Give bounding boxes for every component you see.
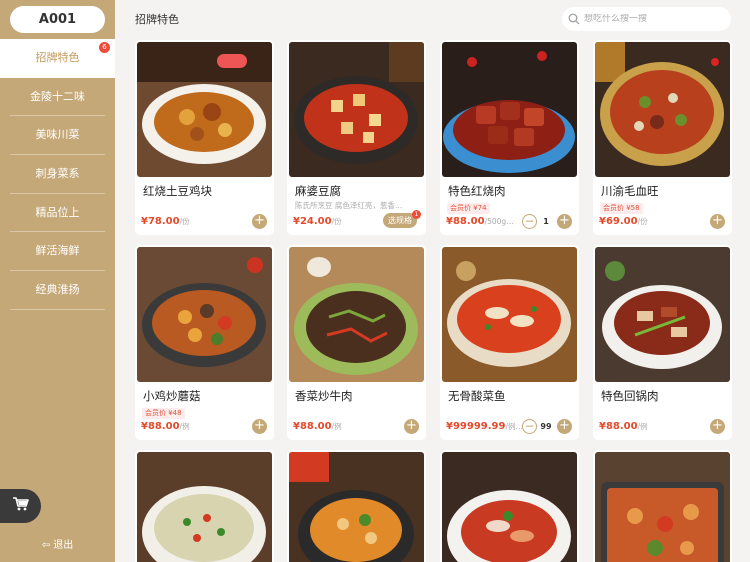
category-item-huaiyang[interactable]: 经典淮扬 xyxy=(0,271,115,310)
decrease-quantity-button[interactable]: − xyxy=(522,214,537,229)
quantity-value: 1 xyxy=(543,217,549,226)
category-item-premium[interactable]: 精品位上 xyxy=(0,194,115,233)
dish-price-row: ¥88.00/例 xyxy=(599,421,648,432)
category-label: 精品位上 xyxy=(35,205,80,219)
search-icon xyxy=(568,10,580,29)
logout-button[interactable]: ⇦ 退出 xyxy=(0,538,115,554)
add-to-cart-button[interactable]: + xyxy=(557,214,572,229)
dish-price-row: ¥24.00/份 xyxy=(293,216,342,227)
section-title: 招牌特色 xyxy=(135,13,179,26)
add-to-cart-button[interactable]: + xyxy=(404,419,419,434)
dish-price-row: ¥88.00/500g… xyxy=(446,216,514,227)
search-input[interactable] xyxy=(584,14,724,24)
category-label: 美味川菜 xyxy=(35,128,80,142)
dish-price: ¥88.00 xyxy=(141,421,180,432)
dish-name: 红烧土豆鸡块 xyxy=(143,184,212,198)
dish-card[interactable]: 小鸡炒蘑菇 会员价 ¥48 ¥88.00/例 + xyxy=(135,245,274,440)
sidebar: A001 招牌特色 6 金陵十二味 美味川菜 刺身菜系 精品位上 鲜活海鲜 经典… xyxy=(0,0,115,562)
dish-unit: /例 xyxy=(331,422,342,431)
dish-price: ¥88.00 xyxy=(293,421,332,432)
logout-label: 退出 xyxy=(53,540,74,551)
dish-photo xyxy=(595,247,730,382)
table-number: A001 xyxy=(10,6,105,33)
add-to-cart-button[interactable]: + xyxy=(252,419,267,434)
cart-icon xyxy=(12,496,30,516)
dish-photo xyxy=(137,452,272,562)
category-item-sashimi[interactable]: 刺身菜系 xyxy=(0,155,115,194)
dish-price-row: ¥69.00/份 xyxy=(599,216,648,227)
dish-photo xyxy=(442,42,577,177)
add-to-cart-button[interactable]: + xyxy=(557,419,572,434)
category-label: 招牌特色 xyxy=(35,51,80,64)
dish-price: ¥99999.99 xyxy=(446,421,506,432)
dish-card[interactable]: 川渝毛血旺 会员价 ¥58 ¥69.00/份 + xyxy=(593,40,732,235)
dish-name: 小鸡炒蘑菇 xyxy=(143,389,201,403)
dish-name: 川渝毛血旺 xyxy=(601,184,659,198)
dish-unit: /例 xyxy=(179,422,190,431)
dish-price-row: ¥99999.99/例… xyxy=(446,421,523,432)
category-item-seafood[interactable]: 鲜活海鲜 xyxy=(0,232,115,271)
add-to-cart-button[interactable]: + xyxy=(252,214,267,229)
category-label: 经典淮扬 xyxy=(35,283,80,297)
dish-photo xyxy=(442,452,577,562)
dish-photo xyxy=(595,42,730,177)
dish-unit: /例… xyxy=(505,422,523,431)
dish-photo xyxy=(595,452,730,562)
dish-photo xyxy=(289,452,424,562)
dish-unit: /例 xyxy=(637,422,648,431)
search-bar[interactable] xyxy=(562,7,731,31)
category-item-jinling[interactable]: 金陵十二味 xyxy=(0,78,115,117)
dish-card[interactable] xyxy=(135,450,274,562)
dish-card[interactable]: 特色红烧肉 会员价 ¥74 ¥88.00/500g… − 1 + xyxy=(440,40,579,235)
category-item-sichuan[interactable]: 美味川菜 xyxy=(0,116,115,155)
dish-photo xyxy=(137,247,272,382)
member-price-tag: 会员价 ¥58 xyxy=(600,203,643,214)
dish-price: ¥78.00 xyxy=(141,216,180,227)
dish-photo xyxy=(442,247,577,382)
decrease-quantity-button[interactable]: − xyxy=(522,419,537,434)
dish-card[interactable] xyxy=(593,450,732,562)
dish-unit: /500g… xyxy=(484,217,514,226)
dish-price: ¥24.00 xyxy=(293,216,332,227)
member-price-tag: 会员价 ¥48 xyxy=(142,408,185,419)
quantity-value: 99 xyxy=(540,422,552,431)
dish-description: 陈氏所烹豆 腐色泽红亮，葱香… xyxy=(295,201,403,210)
dish-card[interactable] xyxy=(440,450,579,562)
category-label: 金陵十二味 xyxy=(30,89,85,103)
dish-price: ¥88.00 xyxy=(599,421,638,432)
category-list: 招牌特色 6 金陵十二味 美味川菜 刺身菜系 精品位上 鲜活海鲜 经典淮扬 xyxy=(0,39,115,310)
dish-card[interactable]: 香菜炒牛肉 ¥88.00/例 + xyxy=(287,245,426,440)
dish-photo xyxy=(289,247,424,382)
dish-card[interactable]: 红烧土豆鸡块 ¥78.00/份 + xyxy=(135,40,274,235)
dish-price: ¥88.00 xyxy=(446,216,485,227)
dish-price-row: ¥78.00/份 xyxy=(141,216,190,227)
dish-photo xyxy=(137,42,272,177)
dish-name: 无骨酸菜鱼 xyxy=(448,389,506,403)
add-to-cart-button[interactable]: + xyxy=(710,419,725,434)
dish-name: 特色回锅肉 xyxy=(601,389,659,403)
category-item-signature[interactable]: 招牌特色 6 xyxy=(0,39,115,78)
dish-card[interactable]: 无骨酸菜鱼 ¥99999.99/例… − 99 + xyxy=(440,245,579,440)
category-count-badge: 6 xyxy=(99,42,110,53)
cart-button[interactable] xyxy=(0,489,41,523)
dish-name: 特色红烧肉 xyxy=(448,184,506,198)
dish-photo xyxy=(289,42,424,177)
dish-unit: /份 xyxy=(331,217,342,226)
dish-unit: /份 xyxy=(179,217,190,226)
dish-price: ¥69.00 xyxy=(599,216,638,227)
member-price-tag: 会员价 ¥74 xyxy=(447,203,490,214)
dish-price-row: ¥88.00/例 xyxy=(293,421,342,432)
dish-unit: /份 xyxy=(637,217,648,226)
category-label: 刺身菜系 xyxy=(35,167,80,181)
dish-price-row: ¥88.00/例 xyxy=(141,421,190,432)
dish-name: 香菜炒牛肉 xyxy=(295,389,353,403)
logout-icon: ⇦ xyxy=(41,540,51,551)
dish-card[interactable]: 麻婆豆腐 陈氏所烹豆 腐色泽红亮，葱香… ¥24.00/份 选规格 1 xyxy=(287,40,426,235)
spec-count-badge: 1 xyxy=(412,210,421,219)
category-label: 鲜活海鲜 xyxy=(35,244,80,258)
add-to-cart-button[interactable]: + xyxy=(710,214,725,229)
dish-card[interactable]: 特色回锅肉 ¥88.00/例 + xyxy=(593,245,732,440)
dish-name: 麻婆豆腐 xyxy=(295,184,341,198)
dish-card[interactable] xyxy=(287,450,426,562)
